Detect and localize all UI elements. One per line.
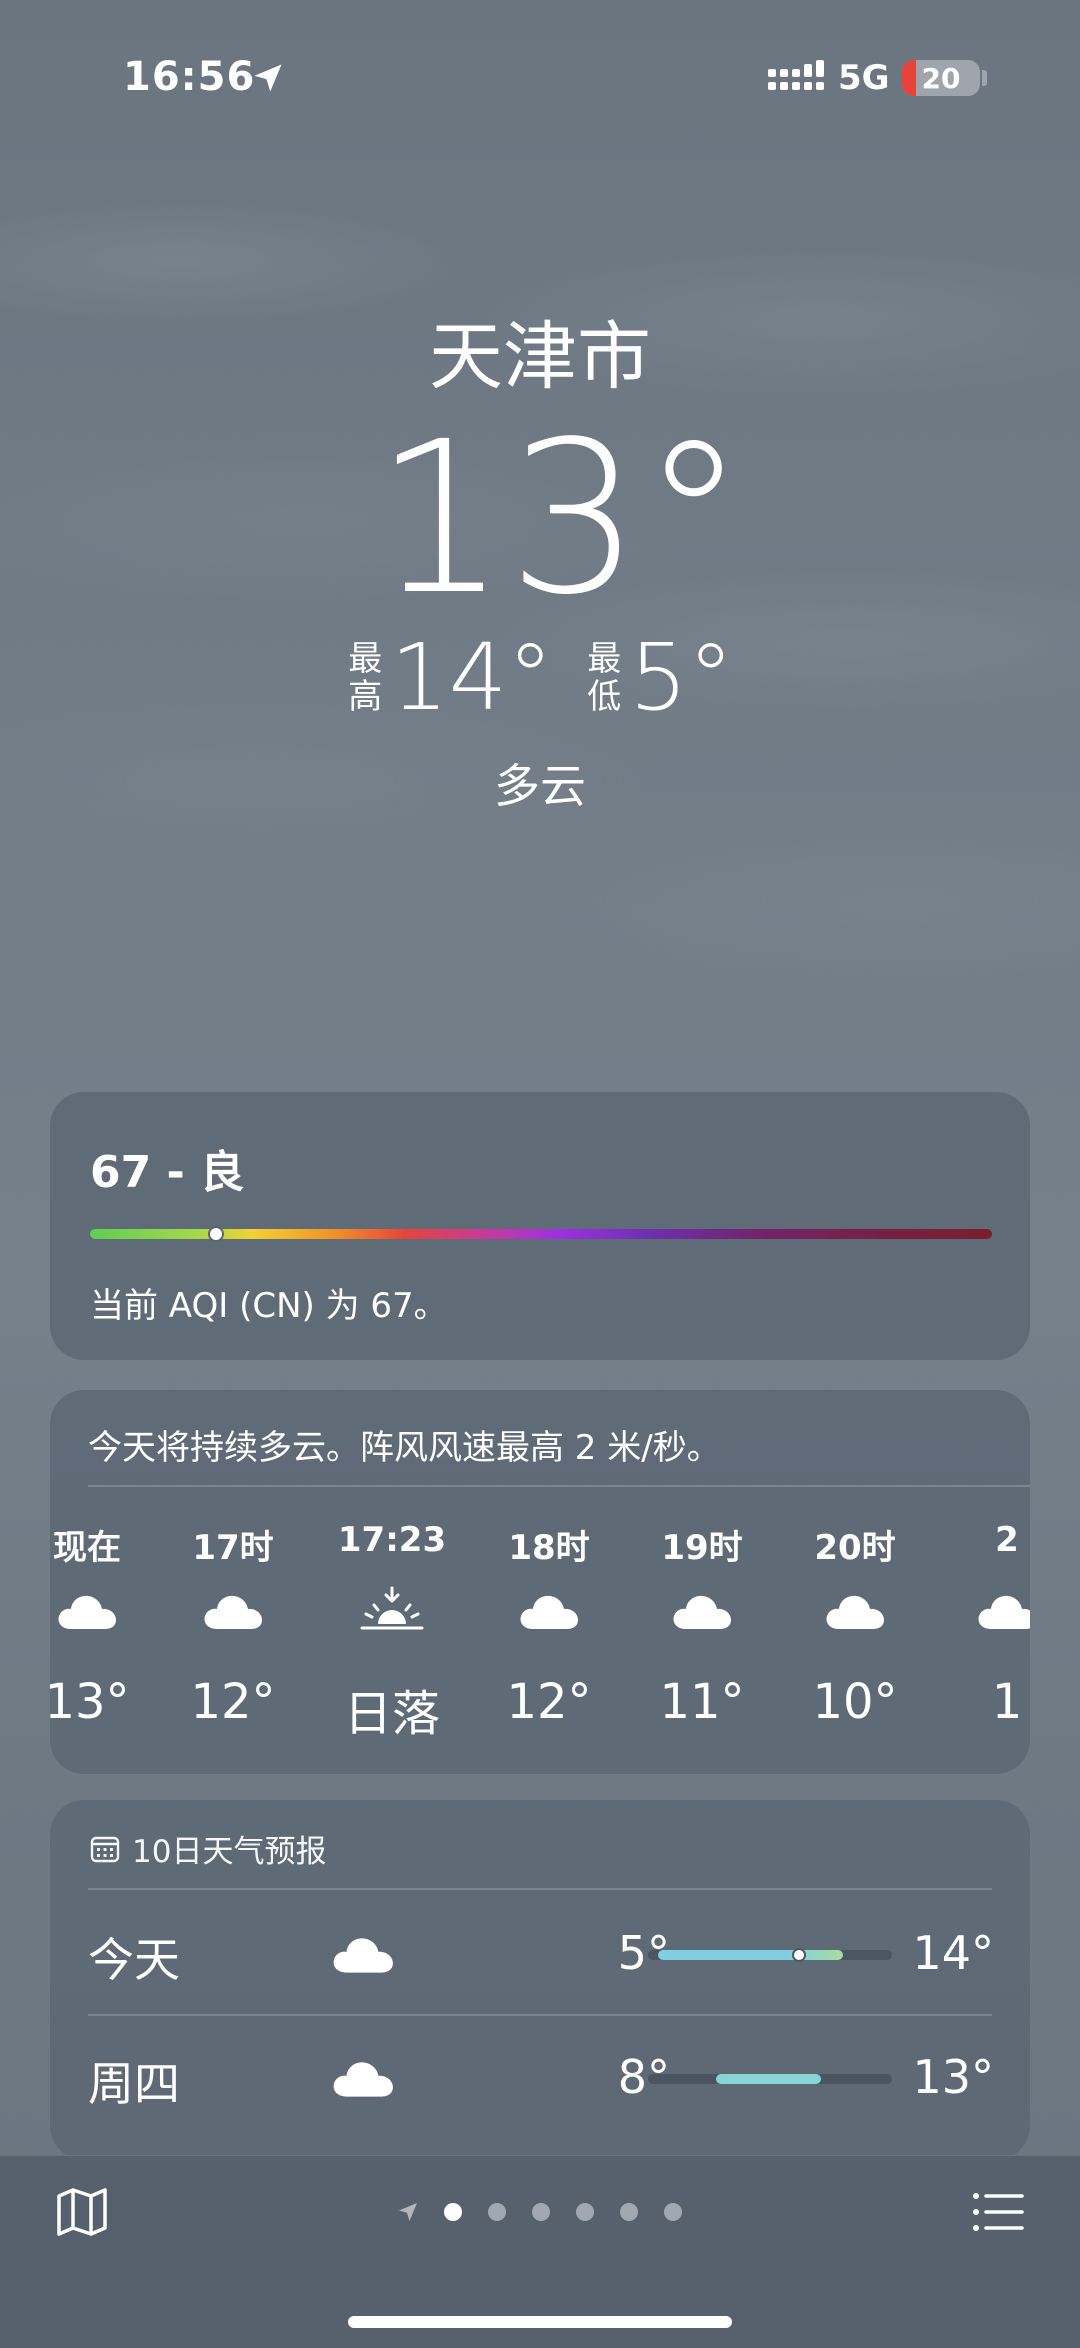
current-weather: 天津市 13° 最高 14° 最低 5° 多云 xyxy=(0,320,1080,816)
hourly-forecast-card[interactable]: 今天将持续多云。阵风风速最高 2 米/秒。 现在 13° 17时 12° 17:23 日落… xyxy=(50,1390,1030,1774)
page-dot[interactable] xyxy=(576,2203,594,2221)
aqi-scale-bar xyxy=(90,1229,992,1239)
cloud-icon xyxy=(673,1595,731,1629)
page-dot[interactable] xyxy=(664,2203,682,2221)
cloud-icon xyxy=(333,2062,393,2097)
hourly-temperature: 日落 xyxy=(343,1686,440,1742)
hourly-time: 现在 xyxy=(53,1528,121,1568)
current-temperature: 13° xyxy=(373,396,747,641)
cloud-icon xyxy=(978,1595,1030,1629)
temperature-range-track xyxy=(648,1948,892,1962)
battery-tip xyxy=(982,70,987,86)
high-label: 最高 xyxy=(348,639,383,717)
high-temperature: 14° xyxy=(390,624,554,731)
weather-condition: 多云 xyxy=(494,759,586,813)
hourly-temperature: 11° xyxy=(659,1674,745,1730)
page-dot[interactable] xyxy=(532,2203,550,2221)
low-temperature-group: 最低 5° xyxy=(585,632,734,724)
hourly-time: 19时 xyxy=(661,1528,743,1568)
signal-bars-icon xyxy=(768,60,824,90)
daily-row[interactable]: 今天 5° 14° xyxy=(50,1892,1030,2016)
list-icon[interactable] xyxy=(970,2184,1026,2240)
aqi-indicator xyxy=(208,1226,225,1242)
hourly-time: 20时 xyxy=(814,1528,896,1568)
page-dot[interactable] xyxy=(620,2203,638,2221)
sunset-icon xyxy=(360,1586,424,1630)
hourly-time: 2 xyxy=(995,1520,1019,1560)
hourly-temperature: 1 xyxy=(991,1674,1023,1730)
map-icon[interactable] xyxy=(54,2184,110,2240)
high-temperature-group: 最高 14° xyxy=(346,632,553,724)
hourly-time: 17:23 xyxy=(337,1520,447,1560)
location-arrow-icon xyxy=(254,64,282,92)
high-low-temperatures: 最高 14° 最低 5° xyxy=(0,632,1080,724)
home-indicator[interactable] xyxy=(348,2316,732,2328)
status-time: 16:56 xyxy=(123,54,256,100)
cloud-icon xyxy=(826,1595,884,1629)
location-arrow-icon xyxy=(399,2203,417,2221)
battery-icon: 20 xyxy=(902,60,980,96)
calendar-icon xyxy=(90,1836,120,1862)
air-quality-card[interactable]: 67 - 良 当前 AQI (CN) 为 67。 xyxy=(50,1092,1030,1360)
hourly-time: 18时 xyxy=(508,1528,590,1568)
hourly-temperature: 10° xyxy=(812,1674,898,1730)
day-high-temperature: 14° xyxy=(912,1926,994,1980)
daily-row[interactable]: 周四 8° 13° xyxy=(50,2016,1030,2136)
page-dot[interactable] xyxy=(488,2203,506,2221)
day-name: 今天 xyxy=(88,1933,180,1987)
page-dot[interactable] xyxy=(444,2203,462,2221)
cloud-icon xyxy=(58,1595,116,1629)
cloud-icon xyxy=(520,1595,578,1629)
cloud-icon xyxy=(333,1938,393,1973)
temperature-range-fill xyxy=(657,1950,844,1960)
day-name: 周四 xyxy=(88,2057,180,2111)
page-indicator[interactable] xyxy=(396,2200,682,2224)
bottom-toolbar xyxy=(0,2155,1080,2348)
cloud-icon xyxy=(204,1595,262,1629)
battery-percentage: 20 xyxy=(921,62,961,95)
temperature-range-fill xyxy=(716,2074,822,2084)
aqi-title: 67 - 良 xyxy=(90,1147,245,1198)
hourly-temperature: 12° xyxy=(190,1674,276,1730)
low-temperature: 5° xyxy=(629,624,734,731)
page-dots[interactable] xyxy=(444,2203,682,2221)
temperature-range-track xyxy=(648,2074,892,2084)
hourly-temperature: 12° xyxy=(506,1674,592,1730)
network-type: 5G xyxy=(838,58,890,98)
ten-day-title: 10日天气预报 xyxy=(132,1834,327,1870)
divider xyxy=(88,1888,992,1890)
ten-day-header: 10日天气预报 xyxy=(90,1826,326,1871)
forecast-summary: 今天将持续多云。阵风风速最高 2 米/秒。 xyxy=(88,1428,721,1468)
status-bar: 16:56 5G 20 xyxy=(0,0,1080,150)
day-high-temperature: 13° xyxy=(912,2050,994,2104)
city-name: 天津市 xyxy=(429,314,651,400)
hourly-temperature: 13° xyxy=(50,1674,130,1730)
low-label: 最低 xyxy=(587,639,622,717)
aqi-description: 当前 AQI (CN) 为 67。 xyxy=(90,1286,448,1326)
ten-day-forecast-card[interactable]: 10日天气预报 今天 5° 14° 周四 8° 13° xyxy=(50,1800,1030,2160)
hourly-time: 17时 xyxy=(192,1528,274,1568)
divider xyxy=(88,1485,1030,1487)
